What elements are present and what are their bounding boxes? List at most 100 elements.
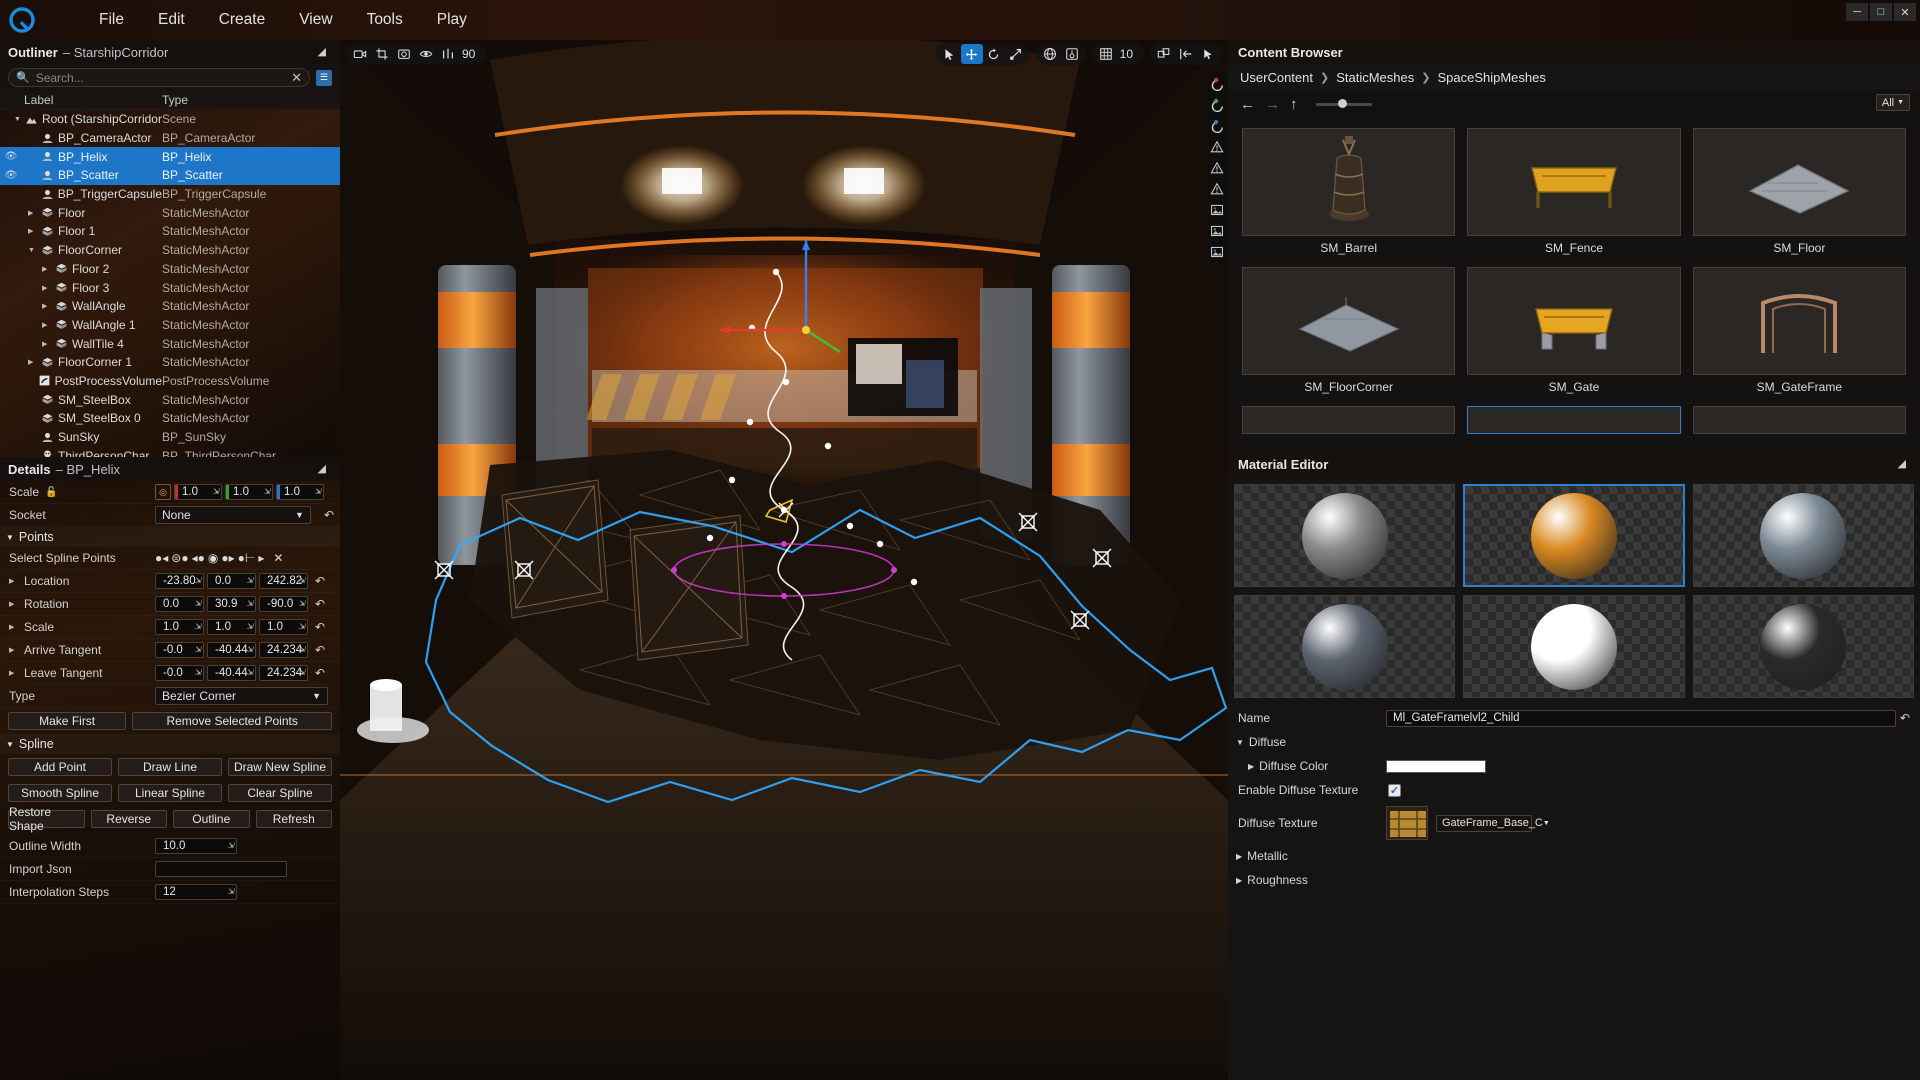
- restore-shape-button[interactable]: Restore Shape: [8, 805, 85, 833]
- reverse-button[interactable]: Reverse: [90, 810, 167, 828]
- outliner-row-bp-triggercapsule[interactable]: BP_TriggerCapsule BP_TriggerCapsule: [0, 185, 340, 204]
- crop-icon[interactable]: [371, 44, 393, 64]
- rotation-x-field[interactable]: 0.0 ⇲: [155, 596, 204, 612]
- image-blue-icon[interactable]: [1208, 243, 1226, 261]
- asset-tile-partial-0[interactable]: [1242, 406, 1456, 434]
- asset-grid[interactable]: SM_Barrel SM_Fence SM_Floor SM_FloorCorner S…: [1228, 118, 1920, 444]
- expand-toggle-icon[interactable]: ▶: [42, 284, 51, 292]
- rotation-reset-icon[interactable]: ↶: [315, 597, 325, 611]
- leave-tangent-reset-icon[interactable]: ↶: [315, 666, 325, 680]
- visibility-eye-icon[interactable]: 👁: [4, 170, 18, 181]
- chevron-right-icon[interactable]: ▶: [9, 623, 18, 631]
- material-name-reset-icon[interactable]: ↶: [1900, 711, 1910, 725]
- expand-toggle-icon[interactable]: ▶: [28, 227, 37, 235]
- enable-diffuse-texture-checkbox[interactable]: ✓: [1388, 783, 1401, 797]
- maximize-icon[interactable]: □: [1870, 3, 1892, 21]
- material-slot-2[interactable]: [1692, 484, 1914, 587]
- rotate-red-icon[interactable]: [1208, 75, 1226, 93]
- select-next-point-icon[interactable]: ●▸: [221, 551, 234, 565]
- expand-toggle-icon[interactable]: ▼: [28, 247, 37, 254]
- select-last-point-icon[interactable]: ▸: [258, 551, 264, 565]
- refresh-button[interactable]: Refresh: [255, 810, 332, 828]
- snap-actor-icon[interactable]: [1153, 44, 1175, 64]
- outliner-row-floor[interactable]: ▶ Floor StaticMeshActor: [0, 203, 340, 222]
- linear-spline-button[interactable]: Linear Spline: [118, 784, 222, 802]
- asset-thumbnail-gateframe[interactable]: [1692, 267, 1906, 375]
- search-input[interactable]: [35, 70, 286, 85]
- diffuse-texture-thumbnail[interactable]: [1386, 806, 1428, 840]
- menu-tools[interactable]: Tools: [350, 7, 420, 33]
- chevron-right-icon[interactable]: ▶: [9, 646, 18, 654]
- expand-toggle-icon[interactable]: ▶: [42, 340, 51, 348]
- outliner-row-sm-steelbox-0[interactable]: SM_SteelBox 0 StaticMeshActor: [0, 409, 340, 428]
- outliner-row-floorcorner[interactable]: ▼ FloorCorner StaticMeshActor: [0, 241, 340, 260]
- breadcrumb-spaceshipmeshes[interactable]: SpaceShipMeshes: [1437, 70, 1545, 85]
- grid-size-value[interactable]: 10: [1117, 47, 1141, 61]
- points-section-header[interactable]: ▼ Points: [0, 527, 340, 547]
- details-collapse-icon[interactable]: ◢: [318, 462, 326, 475]
- asset-thumbnail-floor[interactable]: [1692, 128, 1906, 236]
- outliner-tree[interactable]: Label Type ▼ Root (StarshipCorridor) Scene…: [0, 91, 340, 457]
- warn-orange-icon[interactable]: [1208, 138, 1226, 156]
- unreal-q-logo-icon[interactable]: [0, 0, 44, 40]
- expand-toggle-icon[interactable]: ▼: [14, 116, 21, 123]
- outliner-row-postprocessvolume[interactable]: PostProcessVolume PostProcessVolume: [0, 372, 340, 391]
- outliner-row-sm-steelbox[interactable]: SM_SteelBox StaticMeshActor: [0, 390, 340, 409]
- measure-icon[interactable]: [437, 44, 459, 64]
- scale-ratio-lock-icon[interactable]: ◎: [155, 484, 171, 500]
- asset-thumbnail-barrel[interactable]: [1242, 128, 1456, 236]
- outliner-row-floor-3[interactable]: ▶ Floor 3 StaticMeshActor: [0, 278, 340, 297]
- viewport-render[interactable]: [340, 40, 1228, 1080]
- asset-tile-partial-1[interactable]: [1467, 406, 1681, 434]
- material-slot-5[interactable]: [1692, 595, 1914, 698]
- warn-orange-icon[interactable]: [1208, 180, 1226, 198]
- scale-reset-icon[interactable]: ↶: [315, 620, 325, 634]
- location-x-field[interactable]: -23.80 ⇲: [155, 573, 204, 589]
- menu-file[interactable]: File: [82, 7, 141, 33]
- select-prev-point-icon[interactable]: ◂●: [192, 551, 205, 565]
- diffuse-texture-select[interactable]: GateFrame_Base_C ▼: [1436, 814, 1550, 832]
- material-editor-collapse-icon[interactable]: ◢: [1898, 457, 1906, 470]
- level-viewport[interactable]: 90 10: [340, 40, 1228, 1080]
- outline-button[interactable]: Outline: [173, 810, 250, 828]
- asset-thumbnail-fence[interactable]: [1467, 128, 1681, 236]
- pointer-icon[interactable]: [1197, 44, 1219, 64]
- draw-line-button[interactable]: Draw Line: [118, 758, 222, 776]
- chevron-right-icon[interactable]: ▶: [9, 577, 18, 585]
- select-first-point-icon[interactable]: ●◂: [155, 551, 168, 565]
- outliner-collapse-icon[interactable]: ◢: [318, 45, 326, 58]
- outliner-row-bp-cameraactor[interactable]: BP_CameraActor BP_CameraActor: [0, 129, 340, 148]
- smooth-spline-button[interactable]: Smooth Spline: [8, 784, 112, 802]
- outliner-row-sunsky[interactable]: SunSky BP_SunSky: [0, 428, 340, 447]
- outliner-row-thirdpersonchar[interactable]: ThirdPersonChar BP_ThirdPersonChar: [0, 446, 340, 457]
- material-slot-grid[interactable]: [1228, 476, 1920, 702]
- chevron-right-icon[interactable]: ▶: [1248, 762, 1254, 771]
- select-prev-group-icon[interactable]: ⊜●: [171, 551, 188, 565]
- asset-thumbnail-partial[interactable]: [1242, 406, 1456, 434]
- breadcrumb-staticmeshes[interactable]: StaticMeshes: [1336, 70, 1414, 85]
- menu-view[interactable]: View: [282, 7, 349, 33]
- material-slot-1[interactable]: [1463, 484, 1685, 587]
- leave-tangent-x-field[interactable]: -0.0 ⇲: [155, 665, 204, 681]
- move-icon[interactable]: [960, 44, 983, 64]
- rotate-green-icon[interactable]: [1208, 96, 1226, 114]
- rotation-y-field[interactable]: 30.9 ⇲: [207, 596, 256, 612]
- outliner-row-root-starshipcorridor[interactable]: ▼ Root (StarshipCorridor) Scene: [0, 110, 340, 129]
- visibility-eye-icon[interactable]: 👁: [4, 151, 18, 162]
- asset-thumbnail-gate[interactable]: [1467, 267, 1681, 375]
- import-json-field[interactable]: [155, 861, 287, 877]
- align-icon[interactable]: [1175, 44, 1197, 64]
- socket-select[interactable]: None ▼: [155, 506, 311, 524]
- breadcrumb-usercontent[interactable]: UserContent: [1240, 70, 1313, 85]
- remove-selected-points-button[interactable]: Remove Selected Points: [132, 712, 332, 730]
- scale-z-field[interactable]: 1.0 ⇲: [276, 484, 324, 500]
- material-slot-4[interactable]: [1463, 595, 1685, 698]
- image-green-icon[interactable]: [1208, 222, 1226, 240]
- outliner-row-wallangle[interactable]: ▶ WallAngle StaticMeshActor: [0, 297, 340, 316]
- material-slot-0[interactable]: [1234, 484, 1456, 587]
- asset-thumbnail-partial[interactable]: [1467, 406, 1681, 434]
- arrive-tangent-x-field[interactable]: -0.0 ⇲: [155, 642, 204, 658]
- make-first-button[interactable]: Make First: [8, 712, 127, 730]
- menu-play[interactable]: Play: [420, 7, 484, 33]
- minimize-icon[interactable]: ─: [1846, 3, 1868, 21]
